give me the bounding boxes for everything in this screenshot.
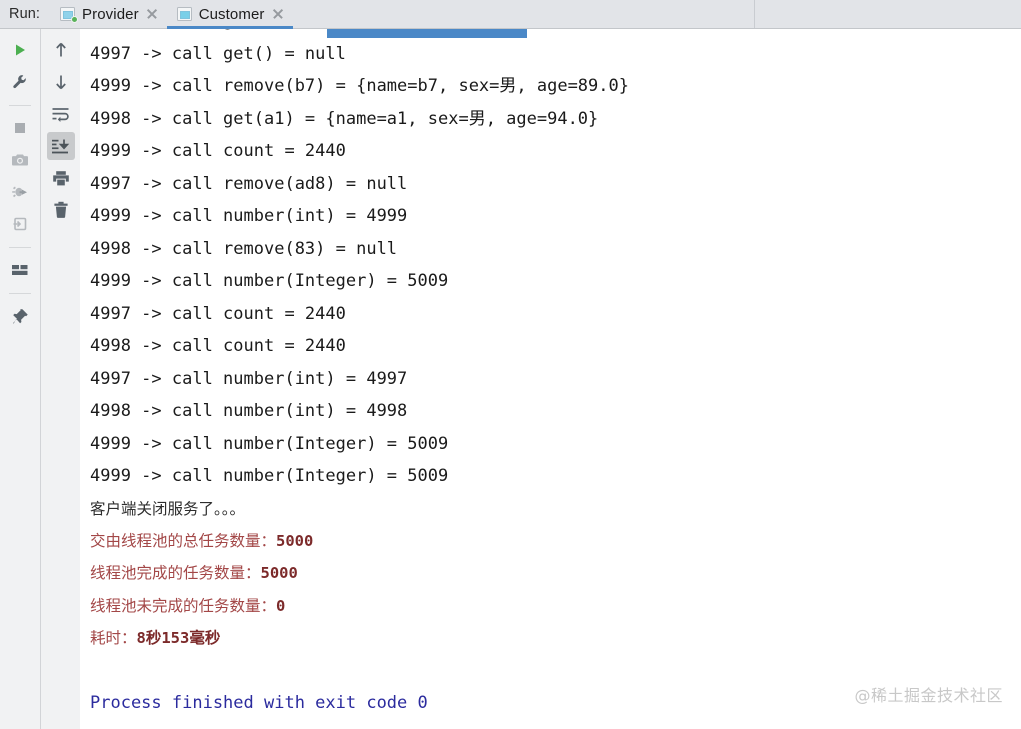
- arrow-up-icon: [55, 42, 66, 57]
- tabbar-empty-space: [293, 0, 754, 28]
- console-line: 4999 -> call remove(b7) = {name=b7, sex=…: [90, 76, 629, 96]
- printer-icon: [52, 170, 69, 185]
- edit-configuration-button[interactable]: [6, 68, 34, 96]
- scroll-to-end-button[interactable]: [46, 132, 75, 160]
- scroll-to-end-icon: [52, 139, 70, 153]
- play-icon: [16, 44, 25, 56]
- console-line: 4997 -> call remove(ad8) = null: [90, 173, 408, 194]
- console-line-value: 0: [276, 596, 286, 615]
- pin-tab-button[interactable]: [6, 302, 34, 330]
- soft-wrap-icon: [52, 107, 69, 122]
- tab-customer-label: Customer: [198, 5, 265, 23]
- tab-provider[interactable]: Provider: [50, 0, 167, 28]
- arrow-down-icon: [55, 75, 66, 90]
- console-line: 客户端关闭服务了。。。: [90, 499, 246, 518]
- console-line-label: 线程池未完成的任务数量：: [90, 596, 277, 615]
- wrench-icon: [13, 75, 26, 89]
- console-line-value: 8秒153毫秒: [136, 629, 221, 647]
- suppress-output-button[interactable]: [6, 178, 34, 206]
- close-icon[interactable]: [146, 8, 158, 20]
- print-button[interactable]: [47, 164, 75, 192]
- window-icon: [60, 7, 79, 23]
- trash-icon: [53, 201, 68, 218]
- console-line: 4999 -> call number(Integer) = 5009: [90, 466, 449, 486]
- console-line-label: 交由线程池的总任务数量：: [90, 531, 277, 550]
- console-output[interactable]: 4997 -> call get(f129) = null 4997 -> cal…: [80, 29, 1021, 729]
- console-line: 4999 -> call number(int) = 4999: [90, 206, 408, 226]
- tabbar-right-area: [755, 0, 1021, 28]
- run-label: Run:: [9, 6, 41, 22]
- pin-icon: [12, 308, 28, 324]
- console-lines: 4997 -> call get(f129) = null 4997 -> cal…: [80, 29, 1021, 729]
- toolbar-separator: [9, 247, 31, 248]
- running-indicator-dot: [71, 16, 79, 23]
- console-line: 交由线程池的总任务数量：5000: [90, 525, 1021, 558]
- import-icon: [13, 217, 27, 231]
- bug-arrow-icon: [12, 186, 27, 198]
- console-line: 4999 -> call count = 2440: [90, 141, 346, 161]
- console-line: 4997 -> call get(f129) = null: [90, 29, 1021, 38]
- console-line: 4997 -> call count = 2440: [90, 303, 346, 324]
- left-toolbars: [0, 29, 80, 729]
- soft-wrap-button[interactable]: [47, 100, 75, 128]
- layout-icon: [12, 265, 28, 275]
- console-line-value: 5000: [260, 564, 298, 582]
- stop-icon: [15, 123, 25, 133]
- clear-all-button[interactable]: [47, 196, 75, 224]
- run-actions-toolbar: [0, 29, 40, 729]
- rerun-button[interactable]: [6, 36, 34, 64]
- layout-settings-button[interactable]: [6, 256, 34, 284]
- close-icon[interactable]: [272, 8, 284, 20]
- run-tool-window-header: Run: Provider Customer: [0, 0, 1021, 29]
- watermark: @稀土掘金技术社区: [854, 686, 1003, 705]
- console-line: 线程池未完成的任务数量：0: [90, 590, 1021, 623]
- console-line: 耗时：8秒153毫秒: [90, 622, 1021, 655]
- attach-console-button[interactable]: [6, 210, 34, 238]
- console-line: 4999 -> call number(Integer) = 5009: [90, 271, 449, 291]
- stop-button[interactable]: [6, 114, 34, 142]
- console-actions-toolbar: [40, 29, 80, 729]
- console-line-label: 线程池完成的任务数量：: [90, 564, 261, 582]
- console-line: 4998 -> call get(a1) = {name=a1, sex=男, …: [90, 108, 599, 129]
- up-the-stack-button[interactable]: [47, 36, 75, 64]
- console-line: 4998 -> call number(int) = 4998: [90, 401, 408, 421]
- console-line: 4999 -> call number(Integer) = 5009: [90, 433, 449, 454]
- window-icon: [176, 7, 192, 21]
- console-line-text: 4997 -> call get(f129) = null: [90, 29, 387, 31]
- run-console-window: Run: Provider Customer 4997 -> call get(…: [0, 0, 1021, 729]
- console-line: .: [90, 716, 101, 729]
- tab-customer[interactable]: Customer: [166, 0, 293, 29]
- console-line: 4997 -> call number(int) = 4997: [90, 368, 408, 389]
- camera-icon: [12, 154, 28, 166]
- console-line: 线程池完成的任务数量：5000: [90, 557, 1021, 590]
- console-line: 4998 -> call remove(83) = null: [90, 238, 398, 259]
- console-line-value: 5000: [276, 531, 314, 550]
- toolbar-separator: [9, 105, 31, 106]
- console-line-label: 耗时：: [90, 629, 137, 647]
- tab-provider-label: Provider: [82, 5, 139, 23]
- console-line: 4997 -> call get() = null: [90, 43, 346, 64]
- toolbar-separator: [9, 293, 31, 294]
- down-the-stack-button[interactable]: [47, 68, 75, 96]
- console-line: 4998 -> call count = 2440: [90, 336, 346, 356]
- screenshot-button[interactable]: [6, 146, 34, 174]
